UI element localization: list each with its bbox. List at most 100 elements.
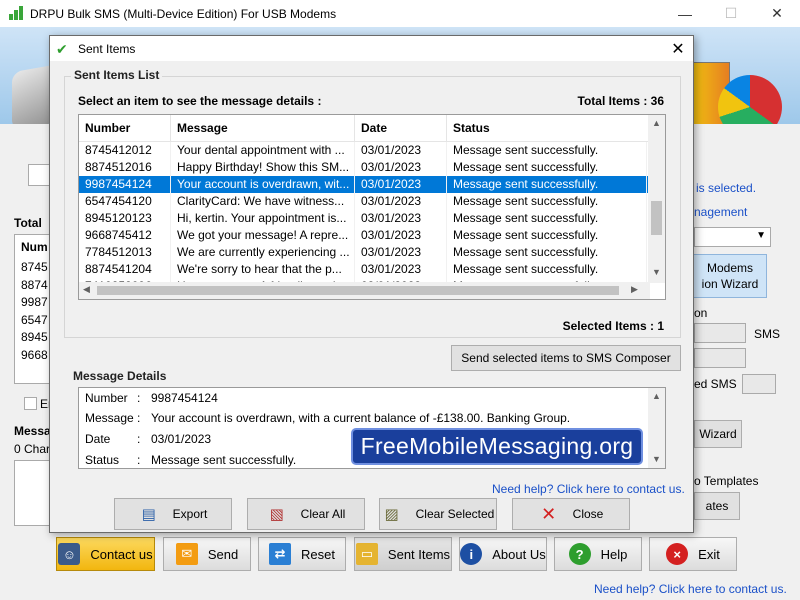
sent-items-group-label: Sent Items List <box>71 68 163 82</box>
send-to-composer-button[interactable]: Send selected items to SMS Composer <box>451 345 681 371</box>
scroll-up-icon[interactable]: ▲ <box>652 391 661 401</box>
cell-message: ClarityCard: We have witness... <box>171 193 355 210</box>
close-button[interactable]: ✕ <box>754 0 800 27</box>
table-row[interactable]: 8874512016 Happy Birthday! Show this SM..… <box>79 159 665 176</box>
right-dropdown[interactable]: ▼ <box>694 227 771 247</box>
column-message[interactable]: Message <box>171 115 355 141</box>
table-row[interactable]: 9987454124 Your account is overdrawn, wit… <box>79 176 665 193</box>
cell-number: 9668745412 <box>79 227 171 244</box>
right-select-2[interactable] <box>694 348 746 368</box>
management-link[interactable]: nagement <box>694 205 747 219</box>
table-horizontal-scrollbar[interactable]: ◀ ▶ <box>79 282 650 299</box>
selection-status: is selected. <box>696 181 757 195</box>
cell-number: 8874512016 <box>79 159 171 176</box>
cell-date: 03/01/2023 <box>355 244 447 261</box>
info-icon: i <box>460 543 483 565</box>
left-checkbox[interactable] <box>24 397 37 410</box>
dialog-close-button[interactable]: ✕ <box>663 36 693 61</box>
cell-message: Happy Birthday! Show this SM... <box>171 159 355 176</box>
app-icon <box>8 5 24 22</box>
templates-button-label: ates <box>705 499 729 513</box>
scroll-down-icon[interactable]: ▼ <box>652 454 661 464</box>
contact-us-button[interactable]: ☺ Contact us <box>56 537 155 571</box>
detail-colon: : <box>137 453 141 467</box>
cell-date: 03/01/2023 <box>355 227 447 244</box>
about-us-button[interactable]: i About Us <box>459 537 547 571</box>
sent-items-button[interactable]: ▭ Sent Items <box>354 537 452 571</box>
detail-number-value: 9987454124 <box>151 391 218 405</box>
scroll-down-icon[interactable]: ▼ <box>648 267 665 277</box>
cell-message: Your account is overdrawn, wit... <box>171 176 355 193</box>
folder-icon: ▭ <box>355 543 378 565</box>
table-row[interactable]: 8945120123 Hi, kertin. Your appointment i… <box>79 210 665 227</box>
clear-selected-icon: ▨ <box>384 506 399 523</box>
modems-wizard-button[interactable]: Modems ion Wizard <box>693 254 767 298</box>
clear-all-button[interactable]: ▧ Clear All <box>247 498 365 530</box>
export-button[interactable]: ▤ Export <box>114 498 232 530</box>
detail-status-key: Status <box>85 453 120 467</box>
send-label: Send <box>207 546 239 562</box>
table-row[interactable]: 7784512013 We are currently experiencing … <box>79 244 665 261</box>
cell-status: Message sent successfully. <box>447 210 647 227</box>
cell-number: 6547454120 <box>79 193 171 210</box>
modems-wizard-line1: Modems <box>706 261 753 275</box>
dialog-close-action-button[interactable]: ✕ Close <box>512 498 630 530</box>
exit-x-icon: × <box>666 543 689 565</box>
main-help-link[interactable]: Need help? Click here to contact us. <box>594 582 787 596</box>
envelope-icon: ✉ <box>175 543 198 565</box>
send-button[interactable]: ✉ Send <box>163 537 251 571</box>
detail-number-key: Number <box>85 391 128 405</box>
scroll-left-icon[interactable]: ◀ <box>83 284 90 295</box>
table-header: Number Message Date Status <box>79 115 665 142</box>
clear-selected-button[interactable]: ▨ Clear Selected <box>379 498 497 530</box>
right-label-ed-sms: ed SMS <box>694 377 737 391</box>
left-input-partial[interactable] <box>28 164 50 186</box>
right-select-3[interactable] <box>742 374 776 394</box>
main-titlebar: DRPU Bulk SMS (Multi-Device Edition) For… <box>0 0 800 27</box>
table-body: 8745412012 Your dental appointment with .… <box>79 142 665 295</box>
message-textarea[interactable] <box>14 460 50 526</box>
sent-items-table[interactable]: Number Message Date Status 8745412012 You… <box>78 114 666 300</box>
cell-number: 7784512013 <box>79 244 171 261</box>
right-label-on: on <box>694 306 708 320</box>
maximize-button[interactable]: ☐ <box>708 0 754 27</box>
table-row[interactable]: 8745412012 Your dental appointment with .… <box>79 142 665 159</box>
cell-date: 03/01/2023 <box>355 176 447 193</box>
char-count: 0 Char <box>14 442 51 456</box>
table-row[interactable]: 9668745412 We got your message! A repre..… <box>79 227 665 244</box>
dialog-help-link[interactable]: Need help? Click here to contact us. <box>492 482 685 496</box>
templates-button[interactable]: ates <box>694 492 740 520</box>
right-select-1[interactable] <box>694 323 746 343</box>
column-date[interactable]: Date <box>355 115 447 141</box>
minimize-button[interactable]: — <box>662 0 708 27</box>
details-vertical-scrollbar[interactable]: ▲ ▼ <box>648 388 665 468</box>
clear-all-label: Clear All <box>300 507 346 521</box>
selected-items-count: Selected Items : 1 <box>562 319 664 333</box>
table-row[interactable]: 8874541204 We're sorry to hear that the p… <box>79 261 665 278</box>
scroll-right-icon[interactable]: ▶ <box>631 284 638 295</box>
cell-date: 03/01/2023 <box>355 142 447 159</box>
table-row[interactable]: 6547454120 ClarityCard: We have witness..… <box>79 193 665 210</box>
cell-date: 03/01/2023 <box>355 261 447 278</box>
right-label-sms: SMS <box>754 327 781 341</box>
column-status[interactable]: Status <box>447 115 647 141</box>
detail-colon: : <box>137 432 141 446</box>
help-button[interactable]: ? Help <box>554 537 642 571</box>
wizard-button[interactable]: Wizard <box>694 420 742 448</box>
reset-button[interactable]: ⇄ Reset <box>258 537 346 571</box>
send-to-composer-label: Send selected items to SMS Composer <box>461 351 671 365</box>
contact-us-label: Contact us <box>90 546 153 562</box>
total-label: Total <box>14 216 42 230</box>
exit-button[interactable]: × Exit <box>649 537 737 571</box>
reset-arrows-icon: ⇄ <box>269 543 292 565</box>
help-question-icon: ? <box>568 543 591 565</box>
scroll-up-icon[interactable]: ▲ <box>648 118 665 128</box>
hscroll-thumb[interactable] <box>97 286 619 295</box>
sent-items-label: Sent Items <box>387 546 451 562</box>
detail-date-value: 03/01/2023 <box>151 432 212 446</box>
vscroll-thumb[interactable] <box>651 201 662 235</box>
table-vertical-scrollbar[interactable]: ▲ ▼ <box>648 115 665 283</box>
column-number[interactable]: Number <box>79 115 171 141</box>
clear-document-icon: ▧ <box>269 506 284 523</box>
detail-date-key: Date <box>85 432 111 446</box>
